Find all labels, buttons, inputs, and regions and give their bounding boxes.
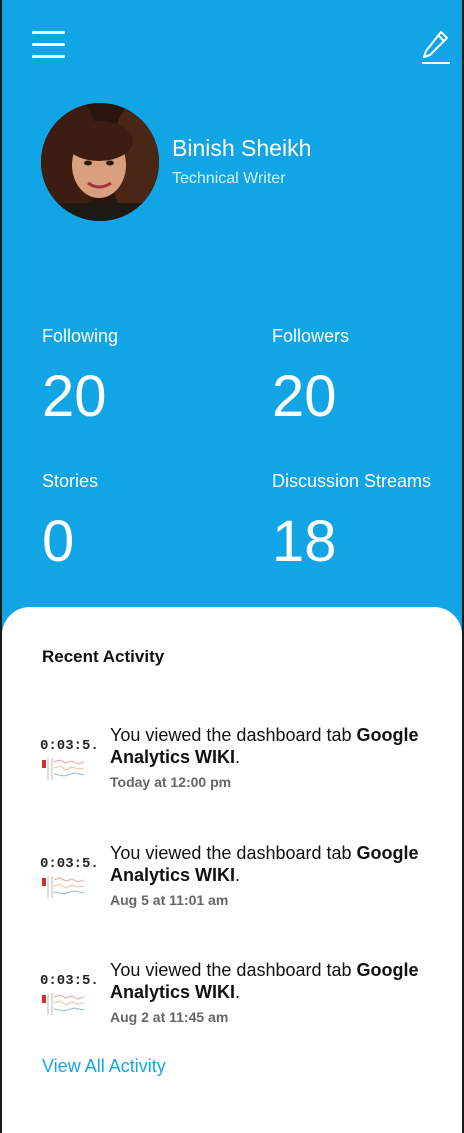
activity-item[interactable]: 0:03:5. You viewed the dashboard tab Goo… xyxy=(40,724,460,814)
stories-label: Stories xyxy=(42,471,99,491)
activity-text: You viewed the dashboard tab Google Analy… xyxy=(110,843,419,885)
avatar[interactable] xyxy=(41,103,159,221)
activity-timestamp: Today at 12:00 pm xyxy=(110,774,232,790)
following-label: Following xyxy=(42,326,119,346)
activity-timestamp: Aug 2 at 11:45 am xyxy=(110,1009,229,1025)
recent-activity-title: Recent Activity xyxy=(42,647,165,666)
profile-role: Technical Writer xyxy=(172,170,286,187)
mini-chart-icon xyxy=(42,876,85,898)
profile-screen: Binish Sheikh Technical Writer Following… xyxy=(0,0,464,1133)
activity-item[interactable]: 0:03:5. You viewed the dashboard tab Goo… xyxy=(40,842,460,932)
activity-text: You viewed the dashboard tab Google Analy… xyxy=(110,960,419,1002)
activity-text: You viewed the dashboard tab Google Analy… xyxy=(110,725,419,767)
followers-label: Followers xyxy=(272,326,350,346)
dashboard-thumbnail: 0:03:5. xyxy=(40,730,102,784)
discussion-streams-label: Discussion Streams xyxy=(272,471,432,491)
following-count[interactable]: 20 xyxy=(42,368,107,426)
profile-name: Binish Sheikh xyxy=(172,135,312,161)
profile-header: Binish Sheikh Technical Writer Following… xyxy=(2,0,462,660)
thumbnail-time: 0:03:5. xyxy=(40,738,99,754)
hamburger-menu-icon[interactable] xyxy=(32,30,65,60)
dashboard-thumbnail: 0:03:5. xyxy=(40,965,102,1019)
thumbnail-time: 0:03:5. xyxy=(40,973,99,989)
followers-count[interactable]: 20 xyxy=(272,368,337,426)
activity-item[interactable]: 0:03:5. You viewed the dashboard tab Goo… xyxy=(40,959,460,1049)
dashboard-thumbnail: 0:03:5. xyxy=(40,848,102,902)
thumbnail-time: 0:03:5. xyxy=(40,856,99,872)
discussion-streams-count[interactable]: 18 xyxy=(272,513,337,571)
pencil-icon[interactable] xyxy=(420,26,452,66)
mini-chart-icon xyxy=(42,758,85,780)
activity-timestamp: Aug 5 at 11:01 am xyxy=(110,892,229,908)
mini-chart-icon xyxy=(42,993,85,1015)
stories-count[interactable]: 0 xyxy=(42,513,74,571)
view-all-activity-link[interactable]: View All Activity xyxy=(42,1056,166,1077)
